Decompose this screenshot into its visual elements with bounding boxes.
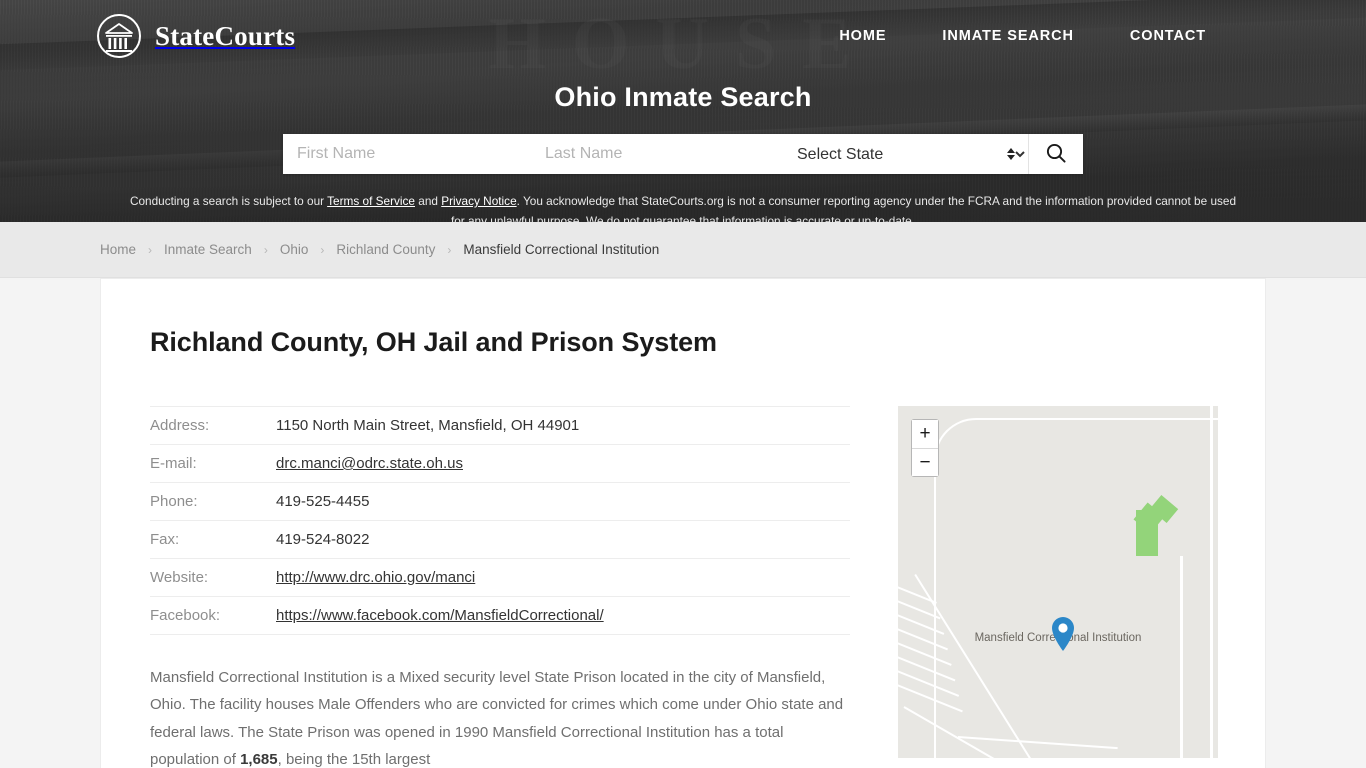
info-value-email: drc.manci@odrc.state.oh.us — [276, 445, 850, 483]
content-columns: Address: 1150 North Main Street, Mansfie… — [150, 406, 1218, 768]
map-column: Mansfield Correctional Institution + − — [898, 406, 1218, 768]
courthouse-circle-icon — [96, 13, 142, 59]
disclaimer-part-2: and — [414, 194, 442, 208]
map-road-vertical — [1210, 406, 1213, 758]
population-count: 1,685 — [240, 750, 278, 768]
page-title: Richland County, OH Jail and Prison Syst… — [150, 327, 717, 357]
disclaimer-part-3: . You acknowledge that StateCourts.org i… — [450, 194, 1237, 222]
content-card: Richland County, OH Jail and Prison Syst… — [100, 278, 1266, 768]
search-icon — [1045, 142, 1067, 167]
info-value-address: 1150 North Main Street, Mansfield, OH 44… — [276, 417, 580, 434]
brand-name: StateCourts — [155, 20, 296, 51]
first-name-input[interactable] — [283, 134, 531, 174]
table-row: E-mail: drc.manci@odrc.state.oh.us — [150, 445, 850, 483]
nav-item-contact[interactable]: CONTACT — [1130, 28, 1206, 44]
facility-details-column: Address: 1150 North Main Street, Mansfie… — [150, 406, 850, 768]
breadcrumb-item-current: Mansfield Correctional Institution — [463, 242, 660, 257]
map-road-vertical — [1180, 556, 1183, 758]
breadcrumb-separator-icon: › — [148, 242, 153, 257]
header-topbar: StateCourts HOME INMATE SEARCH CONTACT — [0, 0, 1366, 59]
location-map[interactable]: Mansfield Correctional Institution + − — [898, 406, 1218, 758]
info-value-phone: 419-525-4455 — [276, 493, 370, 510]
state-select[interactable]: Select State — [779, 134, 1028, 174]
table-row: Address: 1150 North Main Street, Mansfie… — [150, 406, 850, 445]
nav-item-inmate-search[interactable]: INMATE SEARCH — [942, 28, 1073, 44]
table-row: Website: http://www.drc.ohio.gov/manci — [150, 559, 850, 597]
disclaimer-part-1: Conducting a search is subject to our — [129, 194, 328, 208]
table-row: Phone: 419-525-4455 — [150, 483, 850, 521]
info-value-fax: 419-524-8022 — [276, 531, 370, 548]
map-zoom-controls: + − — [911, 419, 939, 477]
info-label: Fax: — [150, 531, 180, 548]
facility-description: Mansfield Correctional Institution is a … — [150, 664, 850, 768]
breadcrumb-separator-icon: › — [447, 242, 452, 257]
search-submit-button[interactable] — [1029, 134, 1083, 174]
info-label: Facebook: — [150, 607, 221, 624]
map-zoom-out-button[interactable]: − — [912, 448, 938, 476]
info-value-website: http://www.drc.ohio.gov/manci — [276, 559, 850, 597]
breadcrumb-item-home[interactable]: Home — [100, 242, 136, 257]
map-park-polygon — [1136, 510, 1158, 556]
hero-title: Ohio Inmate Search — [554, 82, 812, 112]
map-road-outline — [934, 418, 1218, 758]
privacy-notice-link[interactable]: Privacy Notice — [441, 194, 516, 208]
nav-item-home[interactable]: HOME — [839, 28, 886, 44]
terms-of-service-link[interactable]: Terms of Service — [327, 194, 415, 208]
website-link[interactable]: http://www.drc.ohio.gov/manci — [276, 569, 475, 586]
info-label: Phone: — [150, 493, 198, 510]
search-disclaimer: Conducting a search is subject to our Te… — [128, 191, 1238, 222]
breadcrumb: Home › Inmate Search › Ohio › Richland C… — [100, 242, 659, 257]
main-navigation: HOME INMATE SEARCH CONTACT — [839, 28, 1206, 44]
breadcrumb-item-ohio[interactable]: Ohio — [280, 242, 309, 257]
state-select-wrapper: Select State — [779, 134, 1029, 174]
facility-info-table: Address: 1150 North Main Street, Mansfie… — [150, 406, 850, 635]
info-label: Address: — [150, 417, 210, 434]
map-pin-icon[interactable] — [1050, 615, 1076, 651]
email-link[interactable]: drc.manci@odrc.state.oh.us — [276, 455, 463, 472]
map-zoom-in-button[interactable]: + — [912, 420, 938, 448]
breadcrumb-separator-icon: › — [263, 242, 268, 257]
info-label: E-mail: — [150, 455, 197, 472]
info-label: Website: — [150, 569, 209, 586]
facebook-link[interactable]: https://www.facebook.com/MansfieldCorrec… — [276, 607, 604, 624]
info-value-facebook: https://www.facebook.com/MansfieldCorrec… — [276, 597, 850, 635]
page-background: Richland County, OH Jail and Prison Syst… — [0, 278, 1366, 768]
table-row: Facebook: https://www.facebook.com/Mansf… — [150, 597, 850, 635]
table-row: Fax: 419-524-8022 — [150, 521, 850, 559]
breadcrumb-item-richland-county[interactable]: Richland County — [336, 242, 435, 257]
description-text-after: , being the 15th largest — [277, 750, 431, 768]
breadcrumb-item-inmate-search[interactable]: Inmate Search — [164, 242, 252, 257]
site-header: HOUSE StateCourts — [0, 0, 1366, 222]
inmate-search-form: Select State — [283, 134, 1083, 174]
last-name-input[interactable] — [531, 134, 779, 174]
breadcrumb-bar: Home › Inmate Search › Ohio › Richland C… — [0, 222, 1366, 278]
brand-logo-link[interactable]: StateCourts — [96, 13, 295, 59]
breadcrumb-separator-icon: › — [320, 242, 325, 257]
